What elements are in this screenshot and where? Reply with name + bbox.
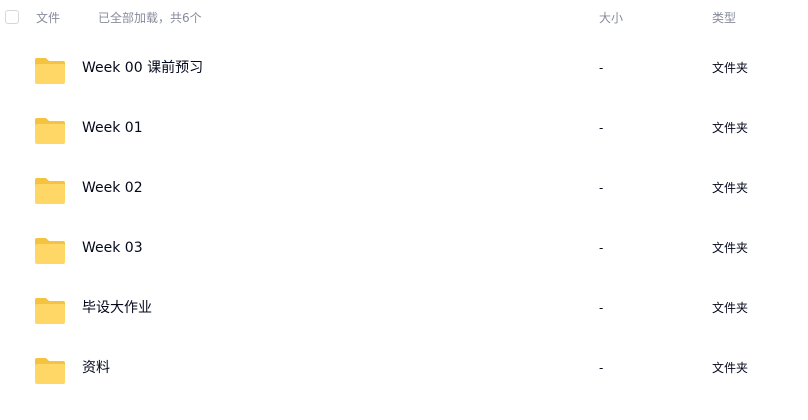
file-type: 文件夹 [712, 241, 749, 255]
select-all-checkbox[interactable] [5, 10, 19, 24]
file-size: - [599, 301, 604, 315]
file-name[interactable]: Week 03 [82, 238, 143, 258]
folder-icon [35, 178, 65, 204]
file-type: 文件夹 [712, 181, 749, 195]
file-size: - [599, 121, 604, 135]
column-header-type[interactable]: 类型 [712, 10, 736, 26]
file-list: 文件 已全部加载，共6个 大小 类型 Week 00 课前预习 - 文件夹 We… [0, 0, 808, 420]
loaded-status: 已全部加载，共6个 [98, 11, 202, 25]
file-name[interactable]: 毕设大作业 [82, 298, 152, 318]
folder-icon [35, 238, 65, 264]
column-header-name[interactable]: 文件 [36, 10, 60, 26]
file-name[interactable]: 资料 [82, 358, 110, 378]
file-type: 文件夹 [712, 121, 749, 135]
file-size: - [599, 181, 604, 195]
folder-row[interactable]: Week 03 - 文件夹 [0, 225, 808, 285]
file-type: 文件夹 [712, 301, 749, 315]
file-size: - [599, 61, 604, 75]
file-size: - [599, 241, 604, 255]
file-name[interactable]: Week 02 [82, 178, 143, 198]
column-header-size[interactable]: 大小 [599, 10, 623, 26]
file-size: - [599, 361, 604, 375]
folder-icon [35, 58, 65, 84]
folder-row[interactable]: Week 00 课前预习 - 文件夹 [0, 45, 808, 105]
file-name[interactable]: Week 00 课前预习 [82, 58, 203, 78]
folder-row[interactable]: Week 01 - 文件夹 [0, 105, 808, 165]
file-type: 文件夹 [712, 361, 749, 375]
folder-row[interactable]: Week 02 - 文件夹 [0, 165, 808, 225]
file-type: 文件夹 [712, 61, 749, 75]
file-name[interactable]: Week 01 [82, 118, 143, 138]
folder-icon [35, 118, 65, 144]
folder-icon [35, 358, 65, 384]
folder-row[interactable]: 资料 - 文件夹 [0, 345, 808, 405]
folder-icon [35, 298, 65, 324]
folder-row[interactable]: 毕设大作业 - 文件夹 [0, 285, 808, 345]
list-header: 文件 已全部加载，共6个 大小 类型 [0, 0, 808, 36]
